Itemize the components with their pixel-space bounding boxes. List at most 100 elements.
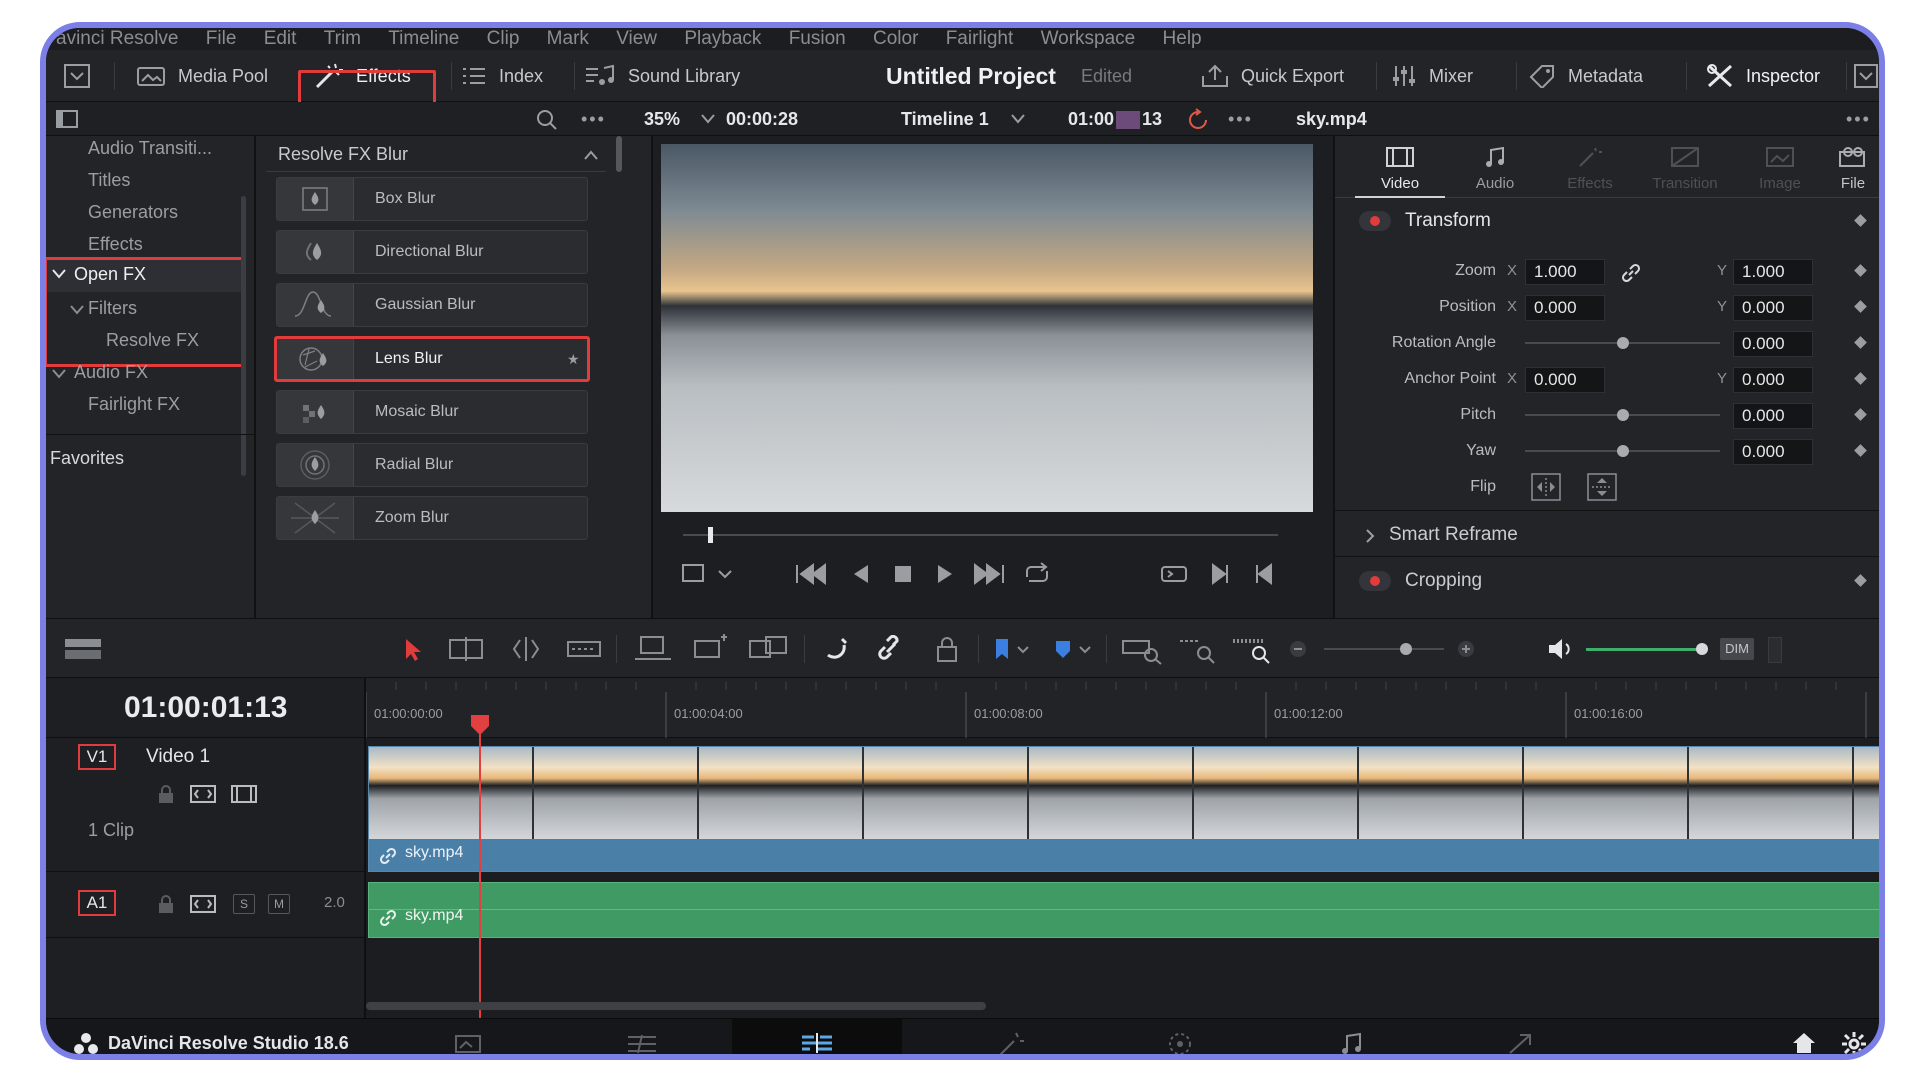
video-clip[interactable]: sky.mp4 (368, 746, 1879, 872)
fx-list-scrollbar[interactable] (616, 136, 622, 172)
fx-item-lens-blur[interactable]: Lens Blur ★ (274, 336, 590, 382)
fx-item-box-blur[interactable]: Box Blur (276, 177, 588, 221)
dim-button[interactable]: DIM (1720, 638, 1754, 660)
reset-icon[interactable] (1881, 362, 1885, 382)
cropping-enable-toggle[interactable] (1359, 571, 1391, 591)
anchor-x-field[interactable]: 0.000 (1525, 367, 1605, 393)
timeline-zoom-slider[interactable] (1324, 643, 1444, 655)
tab-image[interactable]: Image (1735, 136, 1825, 198)
zoom-detail-icon[interactable] (1176, 635, 1220, 665)
fx-list-header[interactable]: Resolve FX Blur (266, 136, 606, 172)
reset-icon[interactable] (1881, 290, 1885, 310)
timeline-ruler[interactable]: 01:00:00:00 01:00:04:00 01:00:08:00 01:0… (366, 678, 1879, 738)
fx-item-mosaic-blur[interactable]: Mosaic Blur (276, 390, 588, 434)
yaw-slider[interactable] (1525, 445, 1720, 457)
linked-selection-icon[interactable] (876, 635, 906, 663)
selection-pointer-icon[interactable] (401, 637, 425, 663)
timeline-view-options-icon[interactable] (64, 637, 102, 661)
keyframe-diamond-icon[interactable] (1854, 574, 1867, 587)
tab-audio[interactable]: Audio (1450, 136, 1540, 198)
next-edit-icon[interactable] (1209, 561, 1233, 587)
sound-library-button[interactable]: Sound Library (584, 50, 740, 102)
menu-view[interactable]: View (616, 29, 657, 48)
playhead-handle-icon[interactable] (470, 714, 490, 736)
index-button[interactable]: Index (461, 50, 543, 102)
viewer-scrubber-handle[interactable] (708, 527, 713, 543)
pitch-field[interactable]: 0.000 (1733, 403, 1813, 429)
loop-icon[interactable] (1021, 561, 1053, 587)
menu-help[interactable]: Help (1163, 29, 1202, 48)
playhead[interactable] (479, 724, 481, 1018)
reset-icon[interactable] (1881, 470, 1885, 490)
mute-button[interactable]: M (268, 894, 290, 914)
menu-clip[interactable]: Clip (487, 29, 520, 48)
volume-slider[interactable] (1586, 643, 1708, 655)
menu-workspace[interactable]: Workspace (1041, 29, 1136, 48)
flip-vertical-icon[interactable] (1587, 473, 1617, 501)
timeline-name[interactable]: Timeline 1 (901, 102, 989, 136)
track-id-v1[interactable]: V1 (78, 744, 116, 770)
inspector-options-icon[interactable]: ••• (1846, 102, 1871, 136)
search-icon[interactable] (536, 109, 558, 131)
rotation-slider[interactable] (1525, 337, 1720, 349)
zoom-y-field[interactable]: 1.000 (1733, 259, 1813, 285)
play-icon[interactable] (933, 561, 957, 587)
fx-item-radial-blur[interactable]: Radial Blur (276, 443, 588, 487)
tree-audio-fx[interactable]: Audio FX (74, 362, 148, 383)
menu-mark[interactable]: Mark (547, 29, 589, 48)
loop-refresh-icon[interactable] (1186, 108, 1210, 132)
viewer-scrubber[interactable] (683, 534, 1278, 536)
menu-fusion[interactable]: Fusion (789, 29, 846, 48)
auto-select-icon[interactable] (190, 894, 216, 914)
reset-icon[interactable] (1881, 254, 1885, 274)
chevron-down-icon[interactable] (52, 369, 66, 379)
inspector-collapse-button[interactable] (1854, 50, 1878, 102)
tab-transition[interactable]: Transition (1635, 136, 1735, 198)
fx-item-zoom-blur[interactable]: Zoom Blur (276, 496, 588, 540)
deliver-page-icon[interactable] (1506, 1031, 1534, 1057)
audio-clip[interactable]: sky.mp4 (368, 882, 1879, 938)
menu-file[interactable]: File (206, 29, 237, 48)
position-x-field[interactable]: 0.000 (1525, 295, 1605, 321)
flip-horizontal-icon[interactable] (1531, 473, 1561, 501)
cut-page-icon[interactable] (624, 1033, 660, 1055)
snapping-icon[interactable] (820, 635, 850, 663)
audio-meter-toggle[interactable] (1768, 637, 1782, 663)
menu-fairlight[interactable]: Fairlight (946, 29, 1014, 48)
inspector-scrollbar[interactable] (1880, 204, 1885, 364)
zoom-in-icon[interactable] (1456, 639, 1476, 659)
blade-edit-icon[interactable] (564, 635, 604, 663)
chevron-down-icon[interactable] (1011, 114, 1025, 124)
mixer-button[interactable]: Mixer (1391, 50, 1473, 102)
insert-clip-icon[interactable] (631, 633, 675, 665)
speaker-icon[interactable] (1546, 636, 1576, 662)
menu-trim[interactable]: Trim (324, 29, 361, 48)
overwrite-clip-icon[interactable] (691, 633, 731, 665)
zoom-full-icon[interactable] (1121, 635, 1165, 665)
tree-titles[interactable]: Titles (88, 170, 130, 191)
viewer-options-icon[interactable]: ••• (1228, 102, 1253, 136)
transform-overlay-icon[interactable] (681, 561, 741, 587)
sidebar-toggle-icon[interactable] (56, 110, 78, 128)
tree-generators[interactable]: Generators (88, 202, 178, 223)
replace-clip-icon[interactable] (746, 633, 790, 665)
media-page-icon[interactable] (454, 1033, 482, 1055)
rotation-field[interactable]: 0.000 (1733, 331, 1813, 357)
cropping-section[interactable]: Cropping (1351, 562, 1879, 600)
quick-export-button[interactable]: Quick Export (1201, 50, 1344, 102)
fx-item-directional-blur[interactable]: Directional Blur (276, 230, 588, 274)
home-icon[interactable] (1791, 1031, 1817, 1055)
effects-options-icon[interactable]: ••• (581, 102, 606, 136)
edit-page-tab[interactable] (732, 1019, 902, 1054)
favorites-header[interactable]: Favorites (50, 448, 124, 469)
timeline-area[interactable]: 01:00:00:00 01:00:04:00 01:00:08:00 01:0… (366, 678, 1879, 1018)
reset-icon[interactable] (1881, 434, 1885, 454)
zoom-custom-icon[interactable] (1231, 635, 1275, 665)
tree-effects[interactable]: Effects (88, 234, 143, 255)
lock-icon[interactable] (156, 894, 176, 914)
menu-color[interactable]: Color (873, 29, 918, 48)
play-reverse-icon[interactable] (848, 561, 872, 587)
position-y-field[interactable]: 0.000 (1733, 295, 1813, 321)
color-page-icon[interactable] (1166, 1031, 1194, 1057)
track-enable-icon[interactable] (231, 784, 257, 804)
